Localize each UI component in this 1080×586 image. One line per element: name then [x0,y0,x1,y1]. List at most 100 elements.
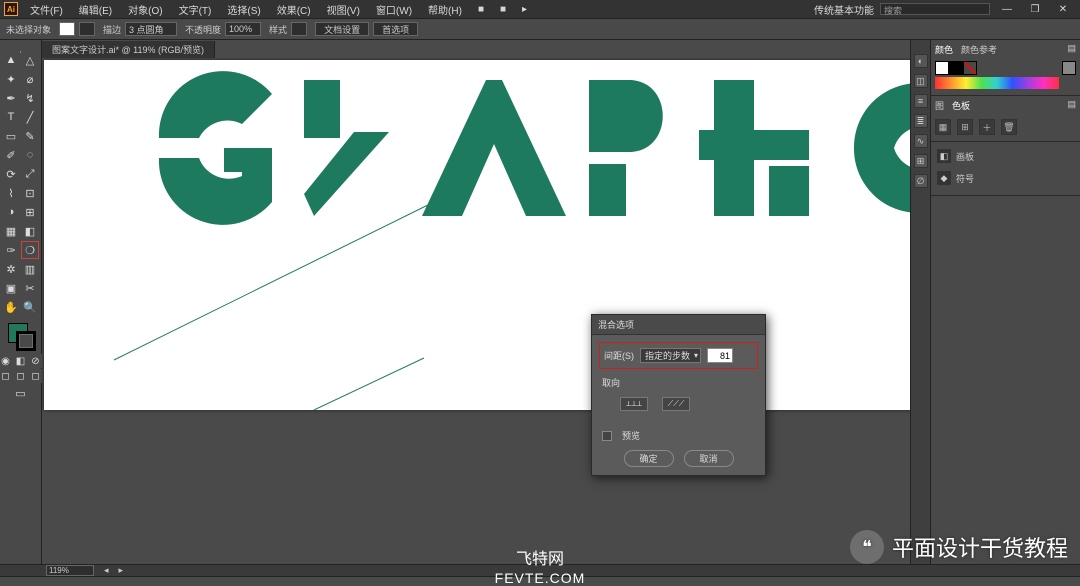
tool-paintbrush[interactable]: ✎ [21,127,39,145]
stroke-profile-select[interactable]: 3 点圆角 [125,22,177,36]
tool-shaper[interactable]: ✐ [2,146,20,164]
tool-scale[interactable]: ⤢ [21,165,39,183]
swatch-options-icon[interactable]: ⊞ [957,119,973,135]
menu-edit[interactable]: 编辑(E) [71,2,120,17]
tool-symbol-sprayer[interactable]: ✲ [2,260,20,278]
tool-rectangle[interactable]: ▭ [2,127,20,145]
menu-file[interactable]: 文件(F) [22,2,71,17]
collapsed-tab-1[interactable]: ◐ [914,54,928,68]
color-mode-gradient[interactable]: ◧ [14,354,28,368]
canvas[interactable]: GRAPHIC [42,58,910,564]
tool-hand[interactable]: ✋ [2,298,20,316]
tool-width[interactable]: ⌇ [2,184,20,202]
swatch-delete-icon[interactable]: 🗑 [1001,119,1017,135]
spacing-value-input[interactable] [707,348,733,363]
panel-menu-icon[interactable]: ▤ [1067,99,1076,112]
tool-direct-selection[interactable]: △ [21,51,39,69]
menu-select[interactable]: 选择(S) [219,2,268,17]
tool-free-transform[interactable]: ⊡ [21,184,39,202]
tool-perspective[interactable]: ⊞ [21,203,39,221]
lib-tab-2[interactable]: 色板 [952,99,970,112]
bridge-button-3[interactable]: ▸ [514,4,535,15]
opacity-select[interactable]: 100% [225,22,261,36]
collapsed-tab-6[interactable]: ⊞ [914,154,928,168]
zoom-level-field[interactable]: 119% [46,565,94,576]
window-close[interactable]: ✕ [1052,2,1074,16]
tool-zoom[interactable]: 🔍 [21,298,39,316]
window-minimize[interactable]: — [996,2,1018,16]
orientation-align-page[interactable]: ⟂⟂⟂ [620,397,648,411]
panel-item-label: 符号 [956,172,974,185]
collapsed-panel-strip: ◐ ◫ ≡ ≣ ∿ ⊞ ∅ [910,40,930,564]
status-nav-next[interactable]: ▸ [119,565,124,576]
menu-object[interactable]: 对象(O) [120,2,170,17]
menu-help[interactable]: 帮助(H) [420,2,470,17]
menu-effect[interactable]: 效果(C) [269,2,319,17]
tool-artboard[interactable]: ▣ [2,279,20,297]
workspace-switcher[interactable]: 传统基本功能 [814,2,874,17]
style-label: 样式 [269,23,287,36]
preferences-button[interactable]: 首选项 [373,22,418,36]
fill-stroke-swatches[interactable] [5,323,37,353]
dialog-cancel-button[interactable]: 取消 [684,450,734,467]
color-spectrum[interactable] [935,77,1059,89]
doc-setup-button[interactable]: 文档设置 [315,22,369,36]
document-tab[interactable]: 图案文字设计.ai* @ 119% (RGB/预览) [42,41,215,58]
draw-behind[interactable]: ◻ [14,369,28,383]
dialog-ok-button[interactable]: 确定 [624,450,674,467]
tool-rotate[interactable]: ⟳ [2,165,20,183]
orientation-align-path[interactable]: ⟋⟋⟋ [662,397,690,411]
swatch-lib-icon[interactable]: ▦ [935,119,951,135]
spacing-mode-select[interactable]: 指定的步数 [640,348,701,363]
stroke-color-swatch[interactable] [16,331,36,351]
tool-magic-wand[interactable]: ✦ [2,70,20,88]
tool-eraser[interactable]: ◌ [21,146,39,164]
panel-item-symbols[interactable]: ◆ 符号 [935,167,1076,189]
color-mode-fill[interactable]: ◉ [0,354,13,368]
lib-tab-1[interactable]: 图 [935,99,944,112]
color-mode-none[interactable]: ⊘ [29,354,43,368]
tool-curvature[interactable]: ↯ [21,89,39,107]
menu-type[interactable]: 文字(T) [171,2,220,17]
tool-shape-builder[interactable]: ◑ [2,203,20,221]
collapsed-tab-3[interactable]: ≡ [914,94,928,108]
collapsed-tab-7[interactable]: ∅ [914,174,928,188]
tool-gradient[interactable]: ◧ [21,222,39,240]
menu-view[interactable]: 视图(V) [319,2,368,17]
tool-eyedropper[interactable]: ✑ [2,241,20,259]
status-nav-prev[interactable]: ◂ [104,565,109,576]
window-restore[interactable]: ❐ [1024,2,1046,16]
tool-blend[interactable]: ❍ [21,241,39,259]
color-swatch-black[interactable] [949,61,963,75]
color-swatch-none[interactable] [963,61,977,75]
tool-selection[interactable]: ▲ [2,51,20,69]
collapsed-tab-5[interactable]: ∿ [914,134,928,148]
tool-column-graph[interactable]: ▥ [21,260,39,278]
tool-line[interactable]: ╱ [21,108,39,126]
tool-pen[interactable]: ✒ [2,89,20,107]
style-select[interactable] [291,22,307,36]
search-input[interactable]: 搜索 [880,3,990,15]
screen-mode[interactable]: ▭ [12,384,30,402]
bridge-button-1[interactable]: ■ [470,4,492,15]
color-guide-tab[interactable]: 颜色参考 [961,43,997,56]
preview-checkbox[interactable] [602,431,612,441]
draw-normal[interactable]: ◻ [0,369,13,383]
panel-item-artboards[interactable]: ◧ 画板 [935,145,1076,167]
tool-type[interactable]: T [2,108,20,126]
draw-inside[interactable]: ◻ [29,369,43,383]
spectrum-toggle-icon[interactable] [1062,61,1076,75]
panel-menu-icon[interactable]: ▤ [1067,43,1076,56]
stroke-swatch[interactable] [79,22,95,36]
tool-mesh[interactable]: ▦ [2,222,20,240]
fill-swatch[interactable] [59,22,75,36]
color-swatch-white[interactable] [935,61,949,75]
color-tab[interactable]: 颜色 [935,43,953,56]
tool-slice[interactable]: ✂ [21,279,39,297]
menu-window[interactable]: 窗口(W) [368,2,420,17]
collapsed-tab-2[interactable]: ◫ [914,74,928,88]
tool-lasso[interactable]: ⌀ [21,70,39,88]
bridge-button-2[interactable]: ■ [492,4,514,15]
collapsed-tab-4[interactable]: ≣ [914,114,928,128]
swatch-new-icon[interactable]: ＋ [979,119,995,135]
